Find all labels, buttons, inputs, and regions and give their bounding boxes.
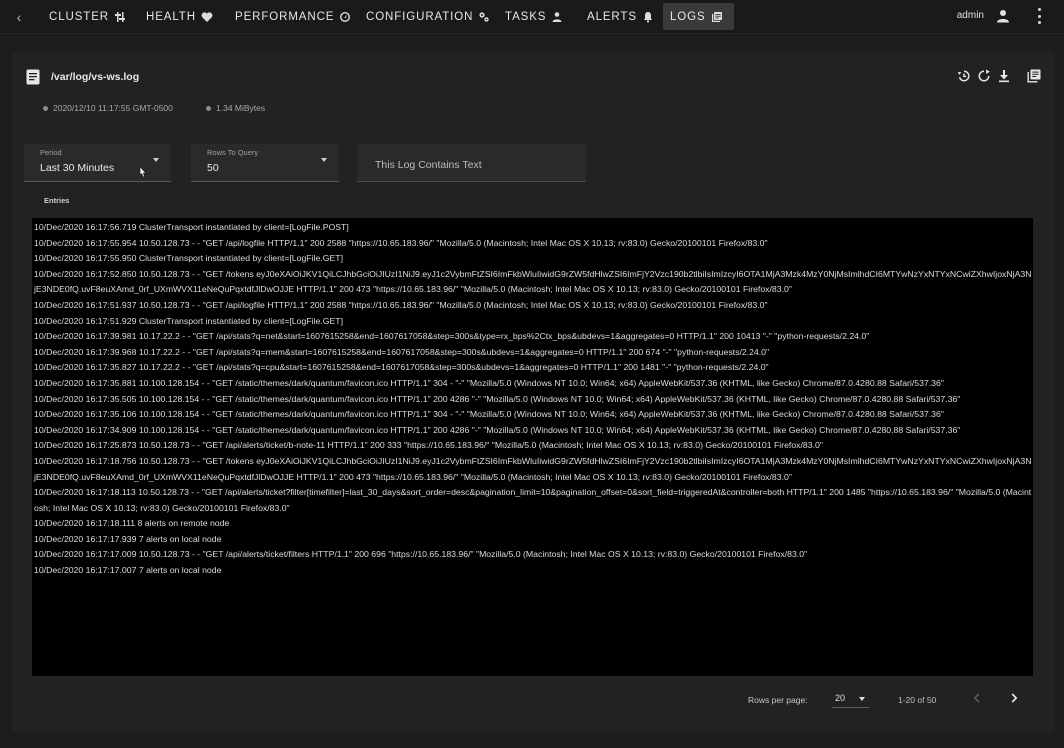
log-line: 10/Dec/2020 16:17:35.827 10.17.22.2 - - … — [34, 362, 769, 373]
nav-performance[interactable]: PERFORMANCE — [228, 3, 358, 30]
log-line: 10/Dec/2020 16:17:56.719 ClusterTranspor… — [34, 222, 349, 232]
refresh-button[interactable] — [976, 68, 992, 84]
logs-icon — [711, 11, 722, 22]
user-name: admin — [956, 10, 984, 21]
log-line: 10/Dec/2020 16:17:55.954 10.50.128.73 - … — [34, 237, 768, 248]
document-icon — [26, 69, 40, 85]
back-chevron-icon[interactable]: ‹ — [12, 8, 26, 26]
previous-page-button[interactable] — [968, 689, 986, 707]
nav-health[interactable]: HEALTH — [139, 3, 220, 30]
refresh-icon — [978, 69, 990, 82]
nav-logs[interactable]: LOGS — [663, 3, 734, 30]
more-menu-icon[interactable] — [1036, 8, 1042, 24]
log-panel: /var/log/vs-ws.log 2020/12/10 11:17:55 G… — [12, 52, 1054, 732]
log-file-path: /var/log/vs-ws.log — [51, 71, 140, 83]
log-line: 10/Dec/2020 16:17:52.850 10.50.128.73 - … — [34, 268, 1032, 295]
log-line: 10/Dec/2020 16:17:18.113 10.50.128.73 - … — [34, 487, 1032, 513]
file-size: 1.34 MiBytes — [206, 103, 265, 113]
period-select[interactable]: Period Last 30 Minutes — [24, 144, 171, 182]
nav-logs-label: LOGS — [670, 10, 706, 23]
nav-cluster-label: CLUSTER — [49, 10, 109, 23]
speedometer-icon — [340, 11, 351, 22]
nav-configuration-label: CONFIGURATION — [366, 10, 474, 23]
clock-icon — [43, 105, 48, 111]
log-line: 10/Dec/2020 16:17:55.950 ClusterTranspor… — [34, 253, 343, 264]
pagination-range: 1-20 of 50 — [898, 695, 937, 705]
caret-down-icon — [321, 158, 327, 162]
file-timestamp: 2020/12/10 11:17:55 GMT-0500 — [43, 103, 173, 113]
log-entries-area[interactable]: 10/Dec/2020 16:17:56.719 ClusterTranspor… — [32, 218, 1033, 676]
next-page-button[interactable] — [1005, 689, 1023, 707]
chevron-right-icon — [1011, 693, 1018, 703]
log-text-filter-input[interactable] — [357, 144, 586, 182]
file-timestamp-value: 2020/12/10 11:17:55 GMT-0500 — [53, 103, 173, 113]
mouse-cursor-icon — [139, 166, 147, 178]
log-line: 10/Dec/2020 16:17:35.106 10.100.128.154 … — [34, 409, 944, 420]
log-line: 10/Dec/2020 16:17:35.881 10.100.128.154 … — [34, 377, 944, 388]
period-label: Period — [40, 148, 62, 157]
download-icon — [999, 70, 1009, 83]
nav-tasks-label: TASKS — [505, 10, 547, 23]
task-person-icon — [552, 11, 562, 22]
rows-to-query-value: 50 — [207, 162, 219, 174]
log-line: 10/Dec/2020 16:17:25.873 10.50.128.73 - … — [34, 440, 823, 451]
cluster-icon — [114, 11, 125, 22]
library-icon — [1027, 69, 1041, 83]
storage-icon — [206, 105, 211, 111]
log-line: 10/Dec/2020 16:17:51.937 10.50.128.73 - … — [34, 299, 768, 310]
log-line: 10/Dec/2020 16:17:17.009 10.50.128.73 - … — [34, 549, 808, 560]
view-logs-button[interactable] — [1026, 68, 1042, 84]
gears-icon — [479, 11, 490, 22]
entries-label: Entries — [44, 196, 70, 205]
log-line: 10/Dec/2020 16:17:18.111 8 alerts on rem… — [34, 518, 230, 529]
bell-icon — [643, 11, 653, 22]
log-line: 10/Dec/2020 16:17:39.968 10.17.22.2 - - … — [34, 346, 770, 357]
nav-cluster[interactable]: CLUSTER — [42, 3, 133, 30]
history-icon — [957, 70, 970, 82]
log-line: 10/Dec/2020 16:17:18.756 10.50.128.73 - … — [34, 455, 1032, 482]
nav-alerts[interactable]: ALERTS — [580, 3, 661, 30]
log-actions — [956, 68, 1042, 84]
download-button[interactable] — [996, 68, 1012, 84]
nav-performance-label: PERFORMANCE — [235, 10, 335, 23]
nav-configuration[interactable]: CONFIGURATION — [359, 3, 497, 30]
caret-down-icon — [859, 697, 865, 701]
log-line: 10/Dec/2020 16:17:35.505 10.100.128.154 … — [34, 393, 961, 404]
log-line: 10/Dec/2020 16:17:39.981 10.17.22.2 - - … — [34, 331, 870, 342]
log-line: 10/Dec/2020 16:17:17.939 7 alerts on loc… — [34, 533, 222, 544]
log-line: 10/Dec/2020 16:17:34.909 10.100.128.154 … — [34, 424, 961, 435]
period-value: Last 30 Minutes — [40, 162, 115, 174]
log-line: 10/Dec/2020 16:17:17.007 7 alerts on loc… — [34, 565, 222, 576]
nav-tasks[interactable]: TASKS — [498, 3, 570, 30]
log-line: 10/Dec/2020 16:17:51.929 ClusterTranspor… — [34, 315, 343, 326]
file-size-value: 1.34 MiBytes — [216, 103, 266, 113]
account-icon[interactable] — [996, 9, 1010, 23]
auto-refresh-button[interactable] — [956, 68, 972, 84]
rows-per-page-value: 20 — [835, 693, 846, 703]
chevron-left-icon — [973, 693, 980, 703]
rows-to-query-label: Rows To Query — [207, 148, 259, 157]
nav-alerts-label: ALERTS — [587, 10, 637, 23]
caret-down-icon — [153, 158, 159, 162]
rows-per-page-select[interactable]: 20 — [832, 690, 869, 708]
heart-icon — [201, 11, 213, 22]
rows-to-query-select[interactable]: Rows To Query 50 — [191, 144, 339, 182]
nav-health-label: HEALTH — [146, 10, 196, 23]
top-nav-bar: ‹ CLUSTER HEALTH PERFORMANCE CONFIGURATI… — [0, 0, 1064, 34]
rows-per-page-label: Rows per page: — [748, 695, 808, 705]
